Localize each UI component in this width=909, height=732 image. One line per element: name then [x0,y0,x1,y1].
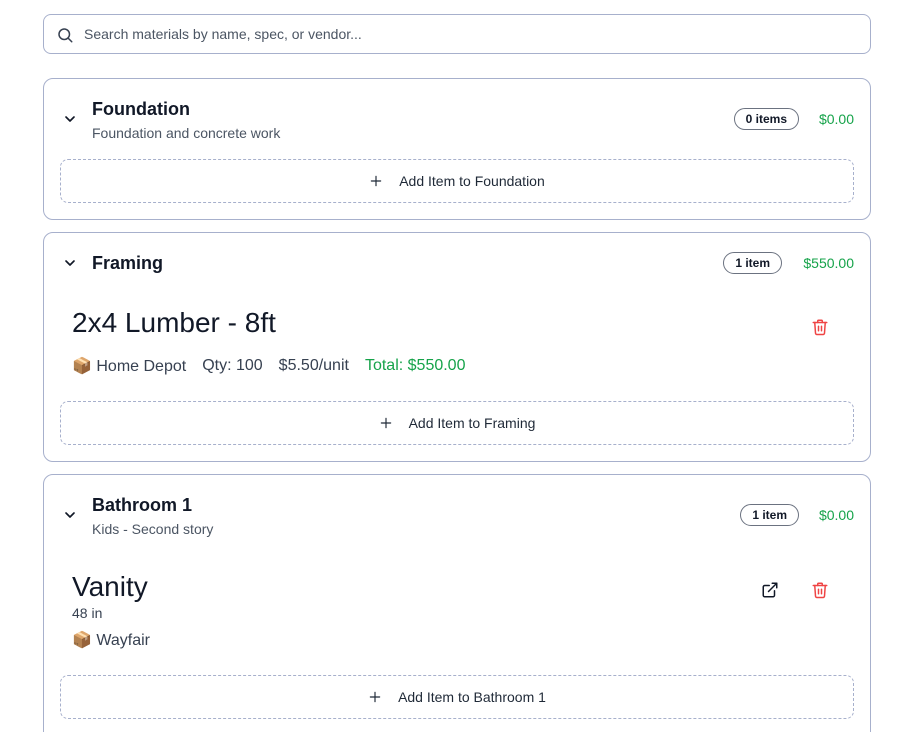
category-total: $0.00 [818,111,854,127]
category-title: Bathroom 1 [92,495,193,515]
vendor-label: 📦 Home Depot [72,358,187,375]
category-total: $550.00 [803,255,854,271]
item-count-badge: 0 items [733,108,799,130]
add-item-button[interactable]: Add Item to Foundation [60,159,854,203]
unit-price-label: $5.50/unit [278,357,349,374]
quantity-label: Qty: 100 [202,357,263,374]
material-meta: 📦 Home Depot Qty: 100 $5.50/unit Total: … [72,356,465,376]
plus-icon [369,691,381,703]
item-count-badge: 1 item [740,504,799,526]
item-count-badge: 1 item [723,252,782,274]
category-subtitle: Foundation and concrete work [92,125,281,141]
external-link-icon[interactable] [761,581,779,599]
add-item-button[interactable]: Add Item to Bathroom 1 [60,675,854,719]
plus-icon [370,175,382,187]
material-spec: 48 in [72,605,103,621]
search-icon [58,28,73,43]
plus-icon [380,417,391,429]
add-item-label: Add Item to Foundation [399,173,545,189]
line-total-label: Total: $550.00 [364,357,466,374]
vendor-label: 📦 Wayfair [72,632,150,649]
trash-icon[interactable] [811,581,829,599]
category-total: $0.00 [818,507,854,523]
chevron-down-icon[interactable] [62,111,78,127]
material-meta: 📦 Wayfair [72,630,150,650]
add-item-label: Add Item to Framing [408,415,536,431]
category-card-foundation: Foundation Foundation and concrete work … [43,78,871,220]
category-card-framing: Framing 1 item $550.00 2x4 Lumber - 8ft … [43,232,871,462]
material-name: Vanity [72,571,148,602]
trash-icon[interactable] [811,318,829,336]
category-title: Framing [92,253,164,273]
category-subtitle: Kids - Second story [92,521,214,537]
search-bar[interactable] [43,14,871,54]
category-card-bathroom-1: Bathroom 1 Kids - Second story 1 item $0… [43,474,871,732]
category-title: Foundation [92,99,190,119]
search-input[interactable] [44,15,870,53]
add-item-label: Add Item to Bathroom 1 [398,689,546,705]
add-item-button[interactable]: Add Item to Framing [60,401,854,445]
material-name: 2x4 Lumber - 8ft [72,307,276,338]
chevron-down-icon[interactable] [62,507,78,523]
chevron-down-icon[interactable] [62,255,78,271]
